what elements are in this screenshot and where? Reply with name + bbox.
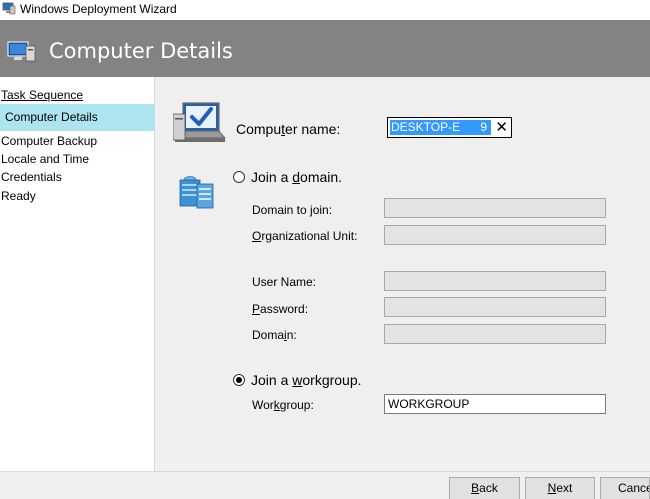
wizard-computer-icon <box>2 2 16 15</box>
password-field[interactable] <box>384 297 606 317</box>
computer-name-label: Computer name: <box>236 121 341 137</box>
sidebar-item-task-sequence[interactable]: Task Sequence <box>0 84 155 106</box>
domain-to-join-label: Domain to join: <box>252 203 333 217</box>
domain-field[interactable] <box>384 324 606 344</box>
wizard-sidebar: Task Sequence Computer Details Computer … <box>0 77 155 471</box>
server-network-icon <box>179 176 214 209</box>
page-header: Computer Details <box>0 20 650 77</box>
workgroup-field[interactable]: WORKGROUP <box>384 394 606 414</box>
cancel-button[interactable]: Cance <box>600 477 650 499</box>
join-workgroup-label: Join a workgroup. <box>251 372 362 388</box>
title-bar: Windows Deployment Wizard <box>0 0 650 20</box>
clear-icon[interactable]: ✕ <box>495 119 508 135</box>
domain-to-join-field[interactable] <box>384 198 606 218</box>
computer-name-value-start: DESKTOP-E <box>391 120 461 134</box>
sidebar-item-computer-details[interactable]: Computer Details <box>0 104 155 131</box>
user-name-field[interactable] <box>384 271 606 291</box>
domain-label: Domain: <box>252 328 297 342</box>
computer-name-input[interactable]: DESKTOP-E 9 ✕ <box>387 117 512 138</box>
password-label: Password: <box>252 302 309 316</box>
join-domain-radio[interactable] <box>233 171 245 183</box>
join-workgroup-radio[interactable] <box>233 374 245 386</box>
organizational-unit-field[interactable] <box>384 225 606 245</box>
computer-name-value-end: 9 <box>480 120 487 134</box>
window-title: Windows Deployment Wizard <box>20 2 177 16</box>
user-name-label: User Name: <box>252 275 317 289</box>
computer-name-selection: DESKTOP-E 9 <box>390 120 491 135</box>
next-button[interactable]: Next <box>525 477 595 499</box>
back-button[interactable]: Back <box>449 477 520 499</box>
computer-checkmark-icon <box>173 102 226 142</box>
computer-icon <box>7 41 36 62</box>
page-title: Computer Details <box>49 39 233 63</box>
organizational-unit-label: Organizational Unit: <box>252 229 358 243</box>
workgroup-label: Workgroup: <box>252 398 314 412</box>
sidebar-item-ready[interactable]: Ready <box>0 185 155 207</box>
join-domain-label: Join a domain. <box>251 169 343 185</box>
